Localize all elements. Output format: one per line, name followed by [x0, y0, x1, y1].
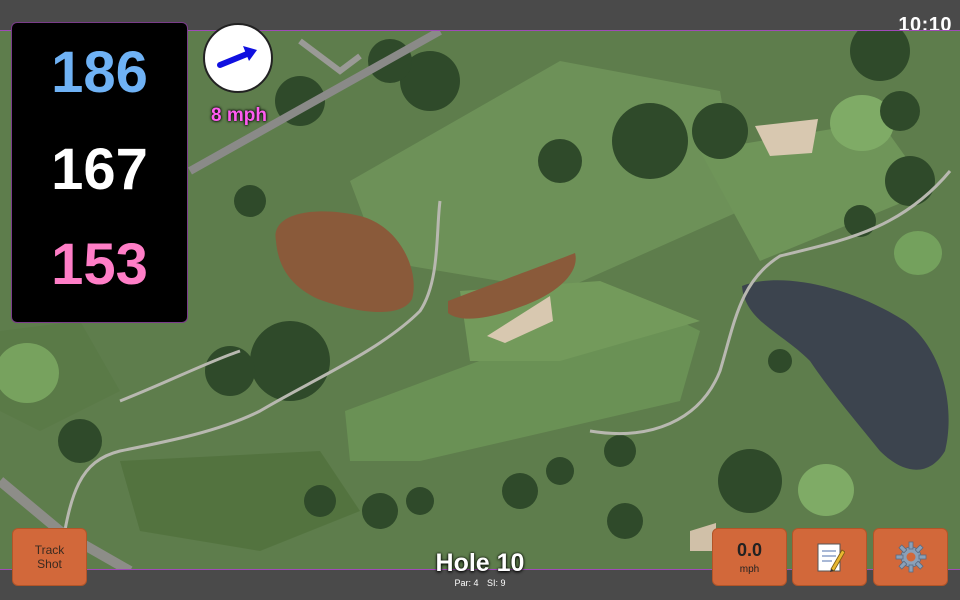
speed-unit: mph — [739, 563, 760, 575]
speed-button[interactable]: 0.0 mph — [712, 528, 787, 586]
wind-direction-indicator — [203, 23, 273, 93]
track-shot-label-line2: Shot — [37, 557, 62, 571]
settings-button[interactable] — [873, 528, 948, 586]
track-shot-button[interactable]: Track Shot — [12, 528, 87, 586]
wind-speed-label: 8 mph — [211, 105, 267, 126]
track-shot-label-line1: Track — [34, 543, 65, 557]
hole-par: Par: 4 — [454, 578, 479, 588]
hole-info: Par: 4 SI: 9 — [380, 578, 580, 588]
hole-stroke-index: SI: 9 — [487, 578, 506, 588]
arrow-icon — [217, 46, 257, 68]
distance-back: 186 — [51, 40, 148, 105]
hole-title: Hole 10 — [435, 549, 525, 577]
distance-center: 167 — [51, 137, 148, 202]
distance-panel: 186 167 153 — [11, 22, 188, 323]
notepad-icon — [817, 543, 845, 572]
gear-icon — [895, 541, 926, 573]
notes-button[interactable] — [792, 528, 867, 586]
speed-value: 0.0 — [736, 539, 763, 560]
distance-front: 153 — [51, 232, 148, 297]
